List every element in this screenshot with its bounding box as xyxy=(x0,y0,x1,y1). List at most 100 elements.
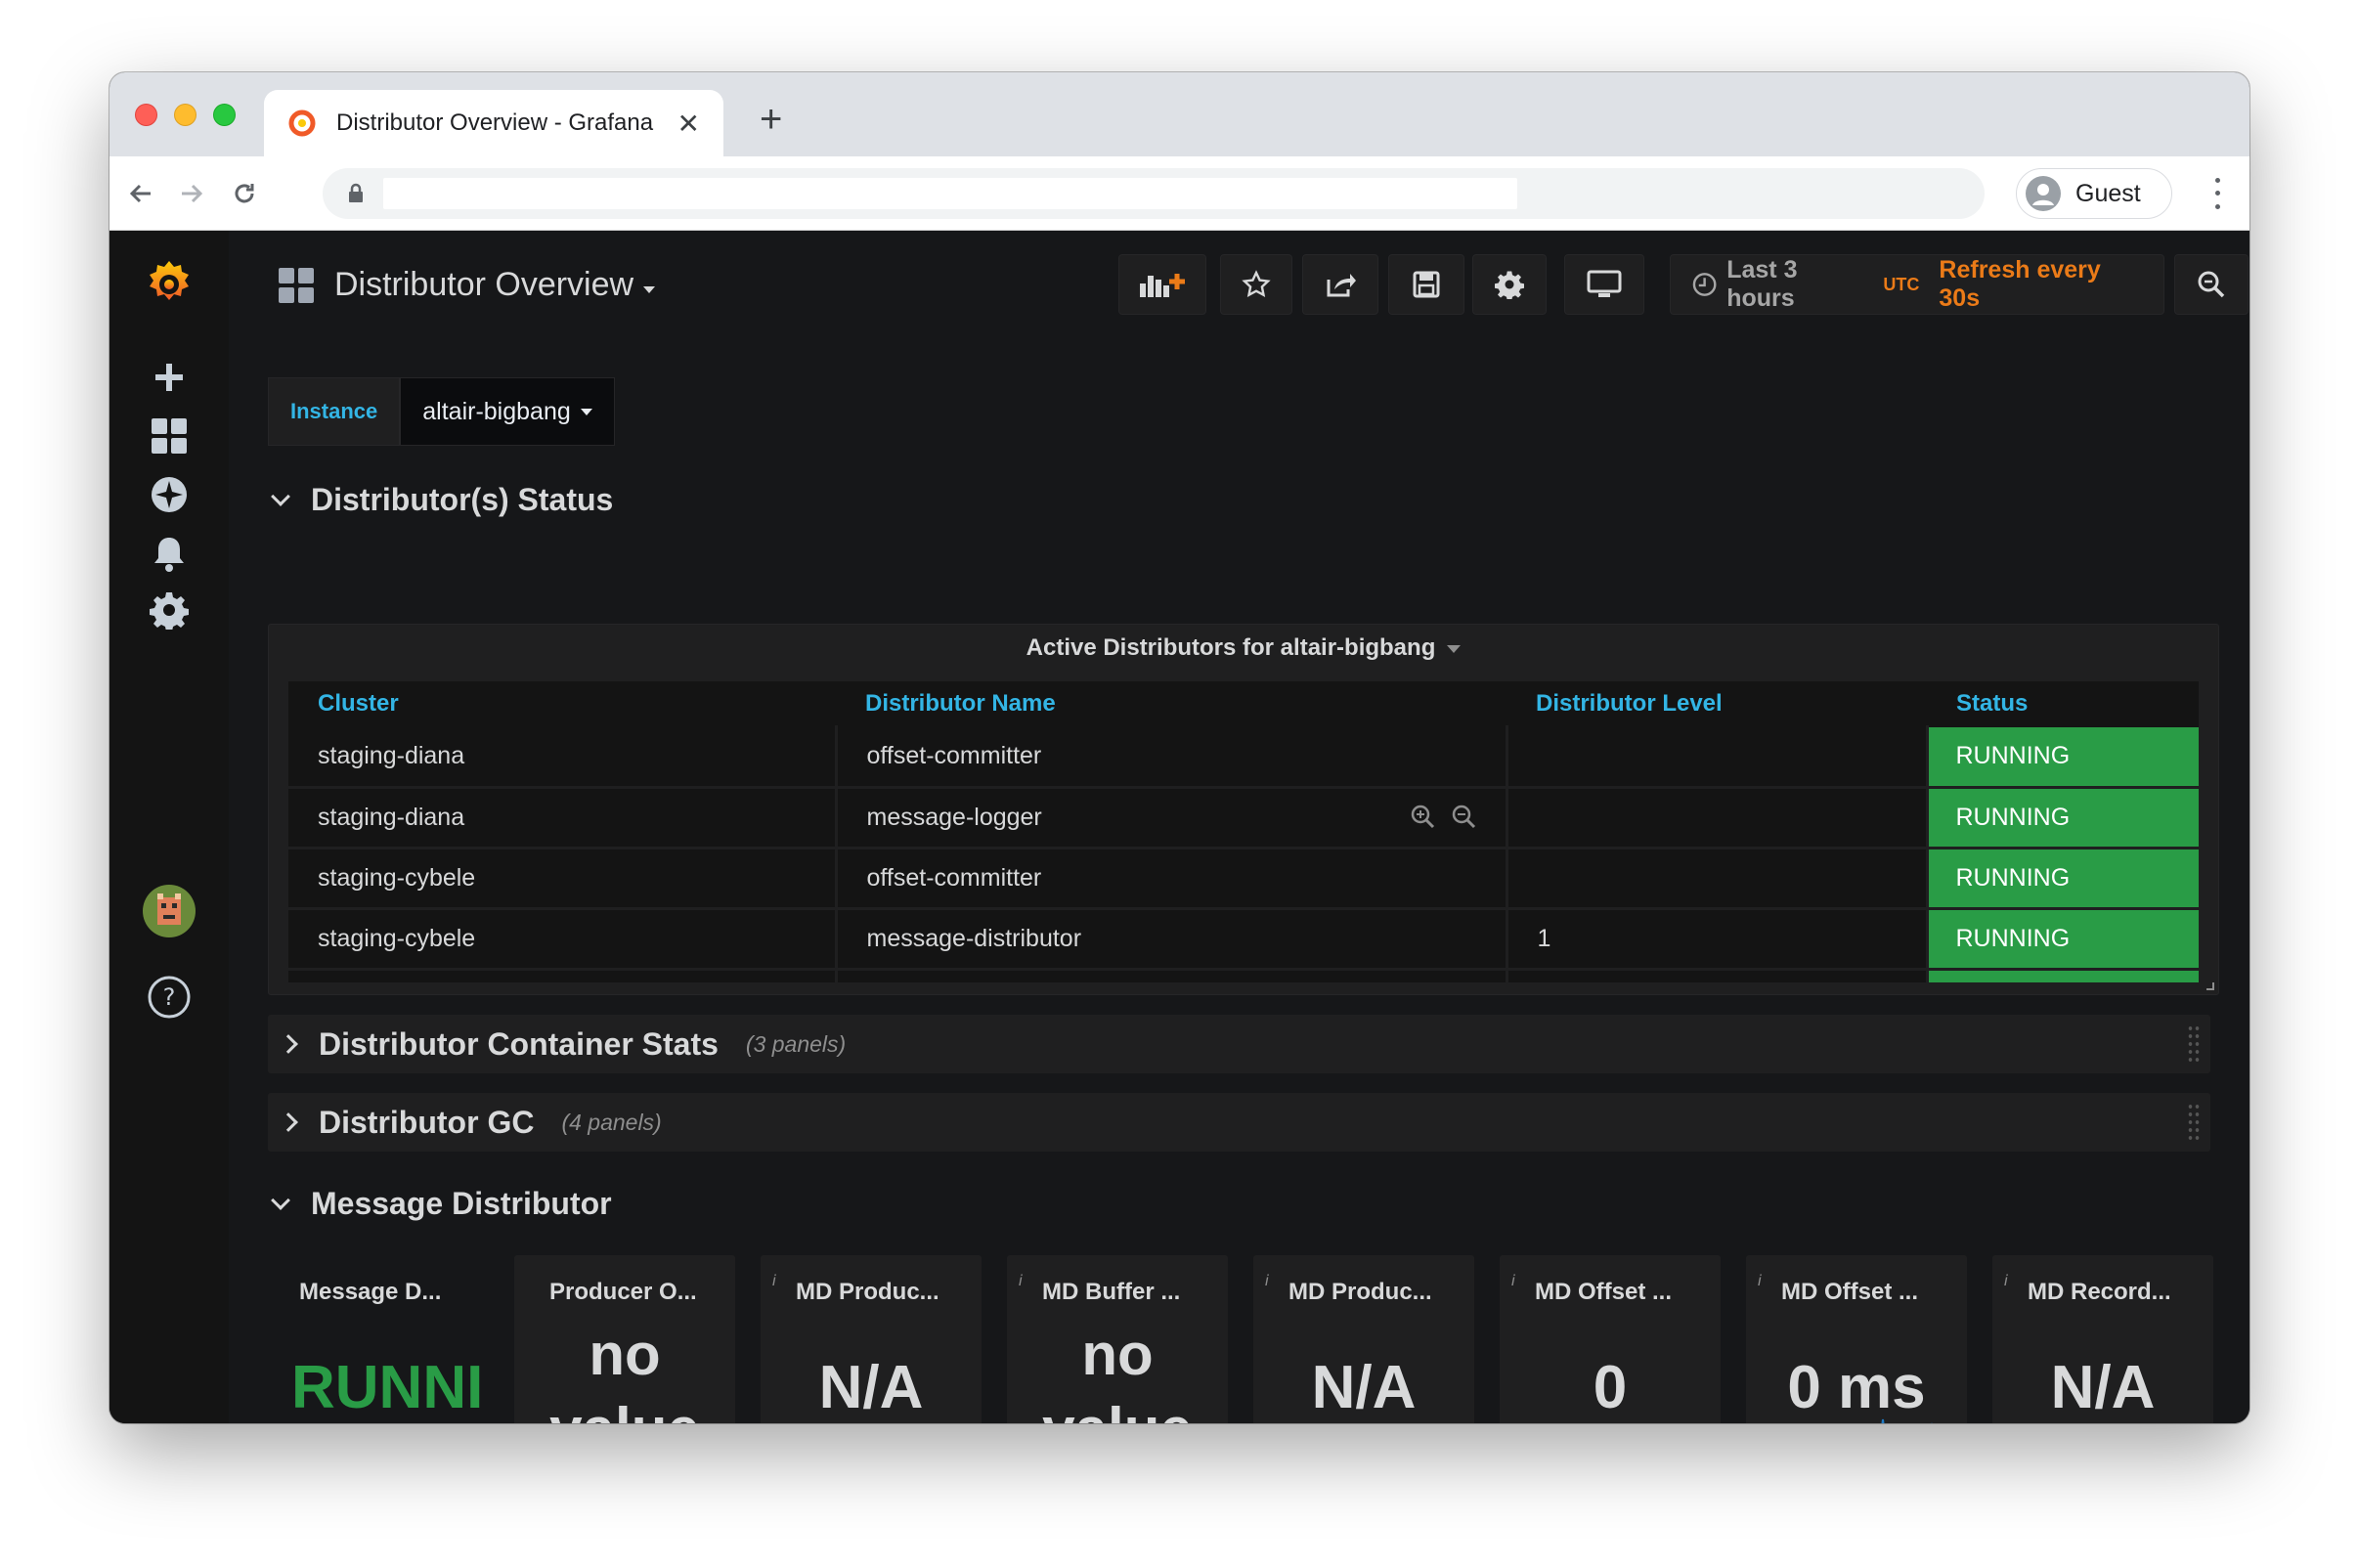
browser-window: Distributor Overview - Grafana ✕ + Guest xyxy=(109,72,2249,1423)
cell-status: RUNNING xyxy=(1927,787,2199,849)
zoom-in-icon[interactable] xyxy=(1410,804,1435,829)
new-tab-icon[interactable]: + xyxy=(760,100,782,139)
stat-value: RUNNIN xyxy=(291,1354,481,1421)
active-distributors-panel: Active Distributors for altair-bigbang C… xyxy=(268,624,2219,995)
row-container-stats[interactable]: Distributor Container Stats (3 panels) xyxy=(268,1015,2210,1073)
forward-icon[interactable] xyxy=(172,174,211,213)
drag-handle-icon[interactable] xyxy=(2187,1103,2201,1142)
cell-status: RUNNING xyxy=(1927,908,2199,971)
stat-panel[interactable]: i MD Offset ... 0 ms xyxy=(1746,1255,1967,1423)
chevron-down-icon xyxy=(271,487,290,506)
dashboard-title-button[interactable]: Distributor Overview xyxy=(278,266,656,304)
table-row: staging-cybele offset-committer RUNNING xyxy=(288,848,2199,910)
grafana-app: ? Distributor Overview Last 3 hours UTC … xyxy=(109,231,2249,1423)
stat-title: MD Produc... xyxy=(796,1279,939,1305)
drag-handle-icon[interactable] xyxy=(2187,1024,2201,1064)
info-icon[interactable]: i xyxy=(1265,1273,1269,1290)
alerting-bell-icon[interactable] xyxy=(109,524,229,583)
user-avatar[interactable] xyxy=(109,880,229,942)
stat-panel[interactable]: Producer O... no value xyxy=(514,1255,735,1423)
tv-mode-button[interactable] xyxy=(1564,254,1644,315)
cell-distributor-level xyxy=(1506,787,1929,849)
resize-handle[interactable] xyxy=(2206,982,2214,990)
zoom-out-time-button[interactable] xyxy=(2174,254,2249,315)
chevron-right-icon xyxy=(279,1034,298,1054)
add-panel-button[interactable] xyxy=(1118,254,1206,315)
stat-panel[interactable]: Message D... RUNNIN xyxy=(268,1255,489,1423)
cell-partial xyxy=(836,969,1508,982)
cell-distributor-level xyxy=(1506,848,1929,910)
row-header: Distributor Container Stats (3 panels) xyxy=(279,1015,846,1073)
share-button[interactable] xyxy=(1302,254,1378,315)
stat-panel[interactable]: i MD Offset ... 0 xyxy=(1500,1255,1721,1423)
reload-icon[interactable] xyxy=(225,174,264,213)
timezone-label: UTC xyxy=(1883,274,1920,294)
stat-panel[interactable]: i MD Record... N/A xyxy=(1992,1255,2213,1423)
column-header-status[interactable]: Status xyxy=(1927,681,2199,727)
row-gc[interactable]: Distributor GC (4 panels) xyxy=(268,1093,2210,1152)
grafana-logo-icon[interactable] xyxy=(109,250,229,319)
stat-title: MD Offset ... xyxy=(1781,1279,1919,1305)
stat-value: no value xyxy=(1042,1322,1192,1423)
star-icon xyxy=(1242,270,1271,297)
row-distributor-status[interactable]: Distributor(s) Status xyxy=(271,475,613,524)
browser-menu-icon[interactable] xyxy=(2207,174,2227,213)
gear-icon xyxy=(1495,271,1524,299)
column-header-cluster[interactable]: Cluster xyxy=(288,681,836,727)
url-field[interactable] xyxy=(383,178,1517,209)
explore-icon[interactable] xyxy=(109,465,229,524)
cell-cluster: staging-cybele xyxy=(288,908,838,971)
zoom-out-icon[interactable] xyxy=(1451,804,1476,829)
cell-cluster: staging-diana xyxy=(288,726,838,789)
stat-title: MD Produc... xyxy=(1288,1279,1432,1305)
back-icon[interactable] xyxy=(121,174,160,213)
row-panel-count: (4 panels) xyxy=(561,1109,662,1135)
help-icon[interactable]: ? xyxy=(109,966,229,1028)
clock-icon xyxy=(1692,273,1717,296)
create-icon[interactable] xyxy=(109,348,229,407)
configuration-gear-icon[interactable] xyxy=(109,581,229,639)
address-bar[interactable] xyxy=(323,168,1985,219)
cell-partial xyxy=(1927,969,2199,982)
info-icon[interactable]: i xyxy=(1511,1273,1515,1290)
maximize-window-button[interactable] xyxy=(213,104,236,126)
info-icon[interactable]: i xyxy=(772,1273,776,1290)
stat-panel[interactable]: i MD Buffer ... no value xyxy=(1007,1255,1228,1423)
minimize-window-button[interactable] xyxy=(174,104,196,126)
column-header-distributor-level[interactable]: Distributor Level xyxy=(1506,681,1927,727)
panel-title-button[interactable]: Active Distributors for altair-bigbang xyxy=(269,634,2218,662)
save-button[interactable] xyxy=(1388,254,1464,315)
row-title: Distributor GC xyxy=(319,1104,535,1140)
dashboards-icon[interactable] xyxy=(109,407,229,465)
cell-partial xyxy=(1506,969,1929,982)
stat-value: N/A xyxy=(2050,1354,2156,1421)
stat-panel[interactable]: i MD Produc... N/A xyxy=(761,1255,982,1423)
browser-titlebar: Distributor Overview - Grafana ✕ + xyxy=(109,72,2249,156)
dashboard-grid-icon xyxy=(279,267,314,303)
variable-label: Instance xyxy=(268,377,401,446)
stat-title: Message D... xyxy=(299,1279,442,1305)
stat-panel[interactable]: i MD Produc... N/A xyxy=(1253,1255,1474,1423)
settings-button[interactable] xyxy=(1472,254,1547,315)
column-header-distributor-name[interactable]: Distributor Name xyxy=(836,681,1506,727)
row-message-distributor[interactable]: Message Distributor xyxy=(271,1179,612,1228)
browser-tab[interactable]: Distributor Overview - Grafana ✕ xyxy=(264,90,723,156)
cell-distributor-level xyxy=(1506,726,1929,789)
star-button[interactable] xyxy=(1220,254,1292,315)
chevron-down-icon xyxy=(643,286,656,293)
stat-value: N/A xyxy=(1311,1354,1417,1421)
profile-button[interactable]: Guest xyxy=(2016,168,2172,219)
info-icon[interactable]: i xyxy=(1019,1273,1023,1290)
tab-close-icon[interactable]: ✕ xyxy=(677,108,700,140)
cell-distributor-name: offset-committer xyxy=(836,848,1508,910)
close-window-button[interactable] xyxy=(135,104,157,126)
info-icon[interactable]: i xyxy=(2004,1273,2008,1290)
variable-value: altair-bigbang xyxy=(422,397,571,425)
variable-select[interactable]: altair-bigbang xyxy=(400,377,615,446)
info-icon[interactable]: i xyxy=(1758,1273,1762,1290)
side-menu: ? xyxy=(109,231,229,1423)
grafana-favicon-icon xyxy=(288,109,316,137)
stat-value: no value xyxy=(549,1322,699,1423)
time-picker-button[interactable]: Last 3 hours UTC Refresh every 30s xyxy=(1670,254,2164,315)
stat-title: MD Offset ... xyxy=(1535,1279,1673,1305)
